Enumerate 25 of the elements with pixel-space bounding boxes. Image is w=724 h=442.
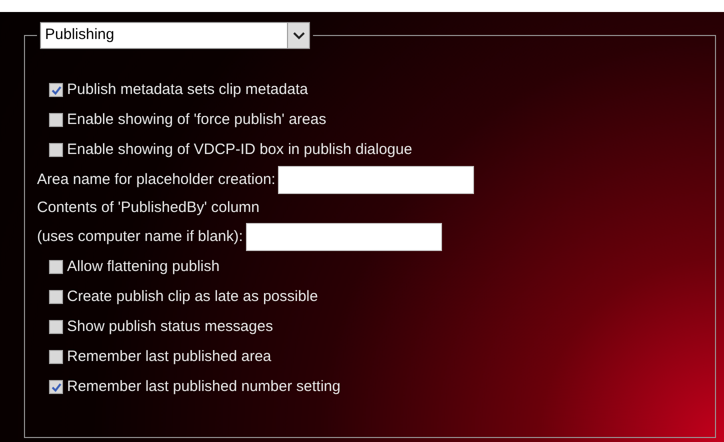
checkbox[interactable]	[49, 113, 63, 127]
chevron-down-icon	[292, 32, 304, 40]
checkbox-label: Create publish clip as late as possible	[67, 286, 318, 307]
field-label: Contents of 'PublishedBy' column	[37, 198, 260, 218]
checkbox[interactable]	[49, 350, 63, 364]
checkbox-label: Publish metadata sets clip metadata	[67, 80, 308, 100]
checkmark-icon	[50, 382, 62, 392]
section-dropdown[interactable]: Publishing	[40, 22, 310, 49]
checkbox[interactable]	[49, 380, 63, 394]
checkbox-label: Enable showing of VDCP-ID box in publish dialogue	[67, 140, 412, 160]
checkbox-label: Show publish status messages	[67, 316, 273, 337]
checkbox[interactable]	[49, 83, 63, 97]
checkbox[interactable]	[49, 260, 63, 274]
checkbox[interactable]	[49, 143, 63, 157]
checkmark-icon	[50, 84, 62, 96]
input-field[interactable]	[246, 223, 442, 251]
checkbox-label: Allow flattening publish	[67, 256, 220, 277]
checkbox[interactable]	[49, 320, 63, 334]
checkbox-label: Remember last published number setting	[67, 376, 340, 397]
field-label: (uses computer name if blank):	[37, 226, 243, 247]
checkbox-label: Remember last published area	[67, 346, 272, 367]
input-field[interactable]	[278, 166, 474, 194]
checkbox-label: Enable showing of 'force publish' areas	[67, 110, 326, 130]
checkbox[interactable]	[49, 290, 63, 304]
field-label: Area name for placeholder creation:	[37, 170, 276, 190]
